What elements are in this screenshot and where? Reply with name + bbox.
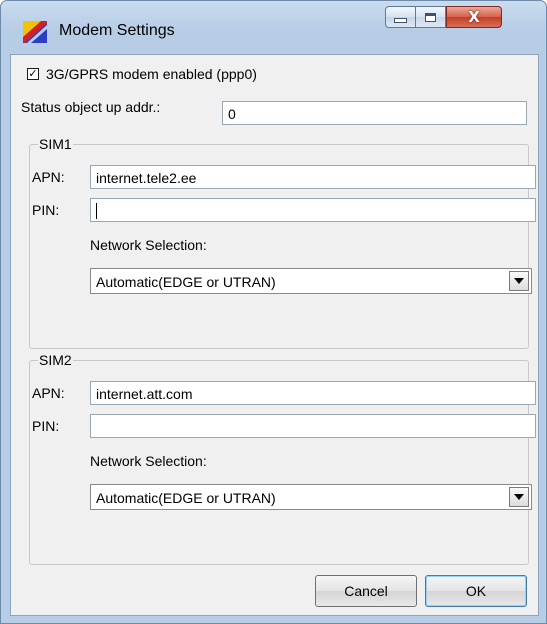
cancel-button[interactable]: Cancel: [315, 575, 417, 607]
sim1-pin-label: PIN:: [32, 202, 60, 218]
checkmark-icon: ✓: [28, 67, 38, 80]
close-icon: X: [468, 8, 480, 26]
window-title: Modem Settings: [59, 22, 175, 39]
modem-settings-app-icon: [23, 21, 47, 43]
dialog-body: ✓ 3G/GPRS modem enabled (ppp0) Status ob…: [10, 54, 539, 616]
sim1-group-label: SIM1: [38, 136, 73, 152]
ok-button[interactable]: OK: [425, 575, 527, 607]
minimize-icon: [394, 18, 407, 23]
modem-settings-window: Modem Settings X ✓ 3G/GPRS modem enabled…: [0, 0, 547, 624]
sim1-network-value: Automatic(EDGE or UTRAN): [96, 274, 276, 290]
dropdown-arrow-icon[interactable]: [509, 487, 529, 507]
sim1-network-label: Network Selection:: [90, 237, 207, 253]
sim1-network-select[interactable]: Automatic(EDGE or UTRAN): [90, 268, 532, 294]
maximize-button[interactable]: [416, 6, 446, 28]
sim2-group-label: SIM2: [38, 352, 73, 368]
modem-enabled-checkbox[interactable]: ✓: [27, 68, 39, 80]
sim1-group: SIM1 APN: internet.tele2.ee PIN: Network…: [29, 136, 536, 349]
status-addr-label: Status object up addr.:: [21, 99, 161, 115]
sim2-pin-label: PIN:: [32, 418, 60, 434]
minimize-button[interactable]: [385, 6, 416, 28]
window-controls: X: [385, 6, 502, 30]
sim2-pin-input[interactable]: [90, 414, 536, 438]
status-addr-input[interactable]: 0: [222, 101, 527, 125]
maximize-icon: [425, 12, 436, 22]
sim2-network-value: Automatic(EDGE or UTRAN): [96, 490, 276, 506]
sim2-apn-label: APN:: [32, 385, 65, 401]
sim1-apn-input[interactable]: internet.tele2.ee: [90, 165, 536, 189]
sim1-apn-label: APN:: [32, 169, 65, 185]
sim2-apn-input[interactable]: internet.att.com: [90, 381, 536, 405]
modem-enabled-label: 3G/GPRS modem enabled (ppp0): [46, 66, 257, 82]
dropdown-arrow-icon[interactable]: [509, 271, 529, 291]
title-bar[interactable]: Modem Settings X: [1, 1, 546, 61]
sim2-network-label: Network Selection:: [90, 453, 207, 469]
close-button[interactable]: X: [446, 6, 502, 28]
sim2-group: SIM2 APN: internet.att.com PIN: Network …: [29, 352, 536, 565]
modem-enabled-row[interactable]: ✓ 3G/GPRS modem enabled (ppp0): [27, 66, 257, 82]
sim2-network-select[interactable]: Automatic(EDGE or UTRAN): [90, 484, 532, 510]
sim1-pin-input[interactable]: [90, 198, 536, 222]
